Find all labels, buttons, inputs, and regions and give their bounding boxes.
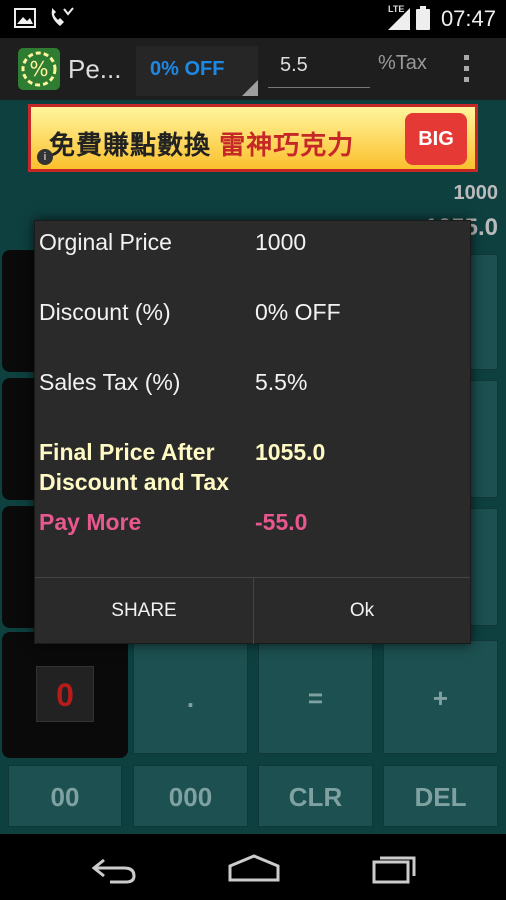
ad-banner[interactable]: 免費賺點數換 雷神巧克力 BIG i <box>28 104 478 172</box>
lte-signal-icon <box>388 8 410 30</box>
ad-badge: BIG <box>405 113 467 165</box>
back-icon[interactable] <box>88 852 138 884</box>
ad-text: 免費賺點數換 雷神巧克力 <box>49 125 354 162</box>
status-bar: LTE 07:47 <box>0 0 506 38</box>
missed-call-icon <box>51 7 74 26</box>
clock: 07:47 <box>440 6 496 31</box>
tax-input-value: 5.5 <box>280 54 308 76</box>
home-icon[interactable] <box>226 852 282 884</box>
display-input: 1000 <box>453 182 499 204</box>
key-delete[interactable]: DEL <box>383 765 498 827</box>
ok-button[interactable]: Ok <box>254 578 470 644</box>
battery-icon <box>416 6 430 30</box>
tax-input[interactable]: 5.5 <box>268 48 370 88</box>
original-price-label: Orginal Price <box>39 229 172 255</box>
discount-spinner-value: 0% OFF <box>150 58 225 80</box>
tax-unit-label: %Tax <box>378 52 427 74</box>
overflow-menu-icon[interactable] <box>461 52 471 88</box>
key-double-zero[interactable]: 00 <box>8 765 122 827</box>
discount-value: 0% OFF <box>255 299 341 325</box>
ad-text-black: 免費賺點數換 <box>49 130 212 160</box>
navigation-bar <box>0 834 506 900</box>
pay-more-value: -55.0 <box>255 509 308 535</box>
final-price-label: Final Price After Discount and Tax <box>39 439 229 495</box>
sales-tax-label: Sales Tax (%) <box>39 369 181 395</box>
spinner-arrow-icon <box>242 80 258 96</box>
final-price-value: 1055.0 <box>255 439 326 465</box>
key-decimal[interactable]: . <box>133 640 248 754</box>
sales-tax-value: 5.5% <box>255 369 308 395</box>
original-price-value: 1000 <box>255 229 307 255</box>
ad-info-icon[interactable]: i <box>37 149 53 165</box>
key-hidden-4[interactable] <box>470 254 498 370</box>
svg-text:%: % <box>29 57 48 81</box>
result-dialog: Orginal Price 1000 Discount (%) 0% OFF S… <box>34 220 471 644</box>
ad-text-red: 雷神巧克力 <box>219 130 355 160</box>
discount-spinner[interactable]: 0% OFF <box>136 46 258 96</box>
pay-more-label: Pay More <box>39 509 142 535</box>
key-zero-label: 0 <box>36 666 94 722</box>
discount-label: Discount (%) <box>39 299 171 325</box>
key-plus[interactable]: + <box>383 640 498 754</box>
key-equals[interactable]: = <box>258 640 373 754</box>
key-clear[interactable]: CLR <box>258 765 373 827</box>
share-button[interactable]: SHARE <box>35 578 253 644</box>
key-hidden-5[interactable] <box>470 380 498 498</box>
dialog-button-bar: SHARE Ok <box>35 577 470 644</box>
app-title: Pe... <box>68 54 122 84</box>
key-triple-zero[interactable]: 000 <box>133 765 248 827</box>
image-icon <box>14 8 36 28</box>
key-hidden-6[interactable] <box>470 508 498 626</box>
recents-icon[interactable] <box>368 852 418 884</box>
action-bar: % Pe... 0% OFF 5.5 %Tax <box>0 38 506 100</box>
app-percent-icon[interactable]: % <box>18 48 60 90</box>
